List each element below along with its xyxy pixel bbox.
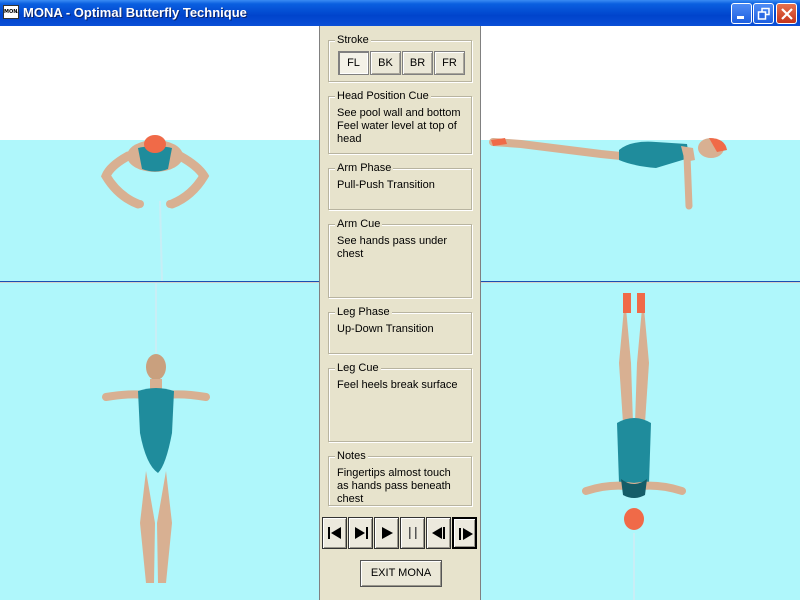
stroke-button-bk[interactable]: BK (370, 51, 401, 75)
leg-phase-text: Up-Down Transition (337, 323, 434, 335)
arm-phase-text: Pull-Push Transition (337, 179, 435, 191)
bottom-view (0, 283, 319, 600)
leg-cue-text: Feel heels break surface (337, 379, 458, 391)
notes-label: Notes (335, 450, 368, 463)
close-icon (781, 8, 793, 20)
exit-button[interactable]: EXIT MONA (360, 560, 442, 587)
bottom-view-scene (102, 283, 210, 583)
front-view-scene (0, 135, 319, 281)
play-button[interactable] (374, 517, 399, 549)
stroke-label: Stroke (335, 34, 371, 47)
skip-to-start-button[interactable] (322, 517, 347, 549)
top-view (481, 283, 800, 600)
leg-cue-group: Leg Cue Feel heels break surface (328, 362, 472, 442)
step-forward-button[interactable] (452, 517, 477, 549)
arm-cue-label: Arm Cue (335, 218, 383, 231)
window-title: MONA - Optimal Butterfly Technique (23, 5, 247, 20)
head-position-cue-label: Head Position Cue (335, 90, 431, 103)
notes-group: Notes Fingertips almost touch as hands p… (328, 450, 472, 506)
restore-icon (757, 7, 770, 20)
swimmer-top-figure (582, 293, 686, 600)
title-bar[interactable]: MONA MONA - Optimal Butterfly Technique (0, 0, 800, 26)
arm-cue-text: See hands pass under chest (337, 235, 448, 260)
arm-phase-label: Arm Phase (335, 162, 394, 175)
stroke-button-fr[interactable]: FR (434, 51, 465, 75)
side-view (481, 26, 800, 282)
side-view-scene (481, 138, 800, 281)
play-icon (382, 527, 393, 539)
stroke-group: Stroke FL BK BR FR (328, 34, 472, 82)
minimize-icon (737, 16, 744, 19)
top-view-scene (582, 293, 686, 600)
control-panel: Stroke FL BK BR FR Head Position Cue See… (319, 26, 481, 600)
step-back-button[interactable] (348, 517, 373, 549)
head-position-cue-group: Head Position Cue See pool wall and bott… (328, 90, 472, 154)
pause-button[interactable] (400, 517, 425, 549)
swimmer-bottom-figure (102, 283, 210, 583)
head-position-cue-text: See pool wall and bottom Feel water leve… (337, 107, 461, 145)
step-back-frame-icon (432, 527, 445, 539)
restore-button[interactable] (753, 3, 774, 24)
app-icon[interactable]: MONA (3, 5, 19, 19)
notes-text: Fingertips almost touch as hands pass be… (337, 467, 451, 505)
arm-cue-group: Arm Cue See hands pass under chest (328, 218, 472, 298)
minimize-button[interactable] (731, 3, 752, 24)
pause-icon (409, 527, 417, 539)
step-forward-icon (459, 528, 473, 540)
front-view (0, 26, 319, 282)
stroke-button-br[interactable]: BR (402, 51, 433, 75)
leg-cue-label: Leg Cue (335, 362, 381, 375)
leg-phase-label: Leg Phase (335, 306, 392, 319)
skip-to-start-icon (328, 527, 341, 539)
step-back-frame-button[interactable] (426, 517, 451, 549)
stroke-button-fl[interactable]: FL (338, 51, 369, 75)
close-button[interactable] (776, 3, 797, 24)
leg-phase-group: Leg Phase Up-Down Transition (328, 306, 472, 354)
transport-controls (321, 515, 481, 551)
step-back-icon (355, 527, 368, 539)
arm-phase-group: Arm Phase Pull-Push Transition (328, 162, 472, 210)
